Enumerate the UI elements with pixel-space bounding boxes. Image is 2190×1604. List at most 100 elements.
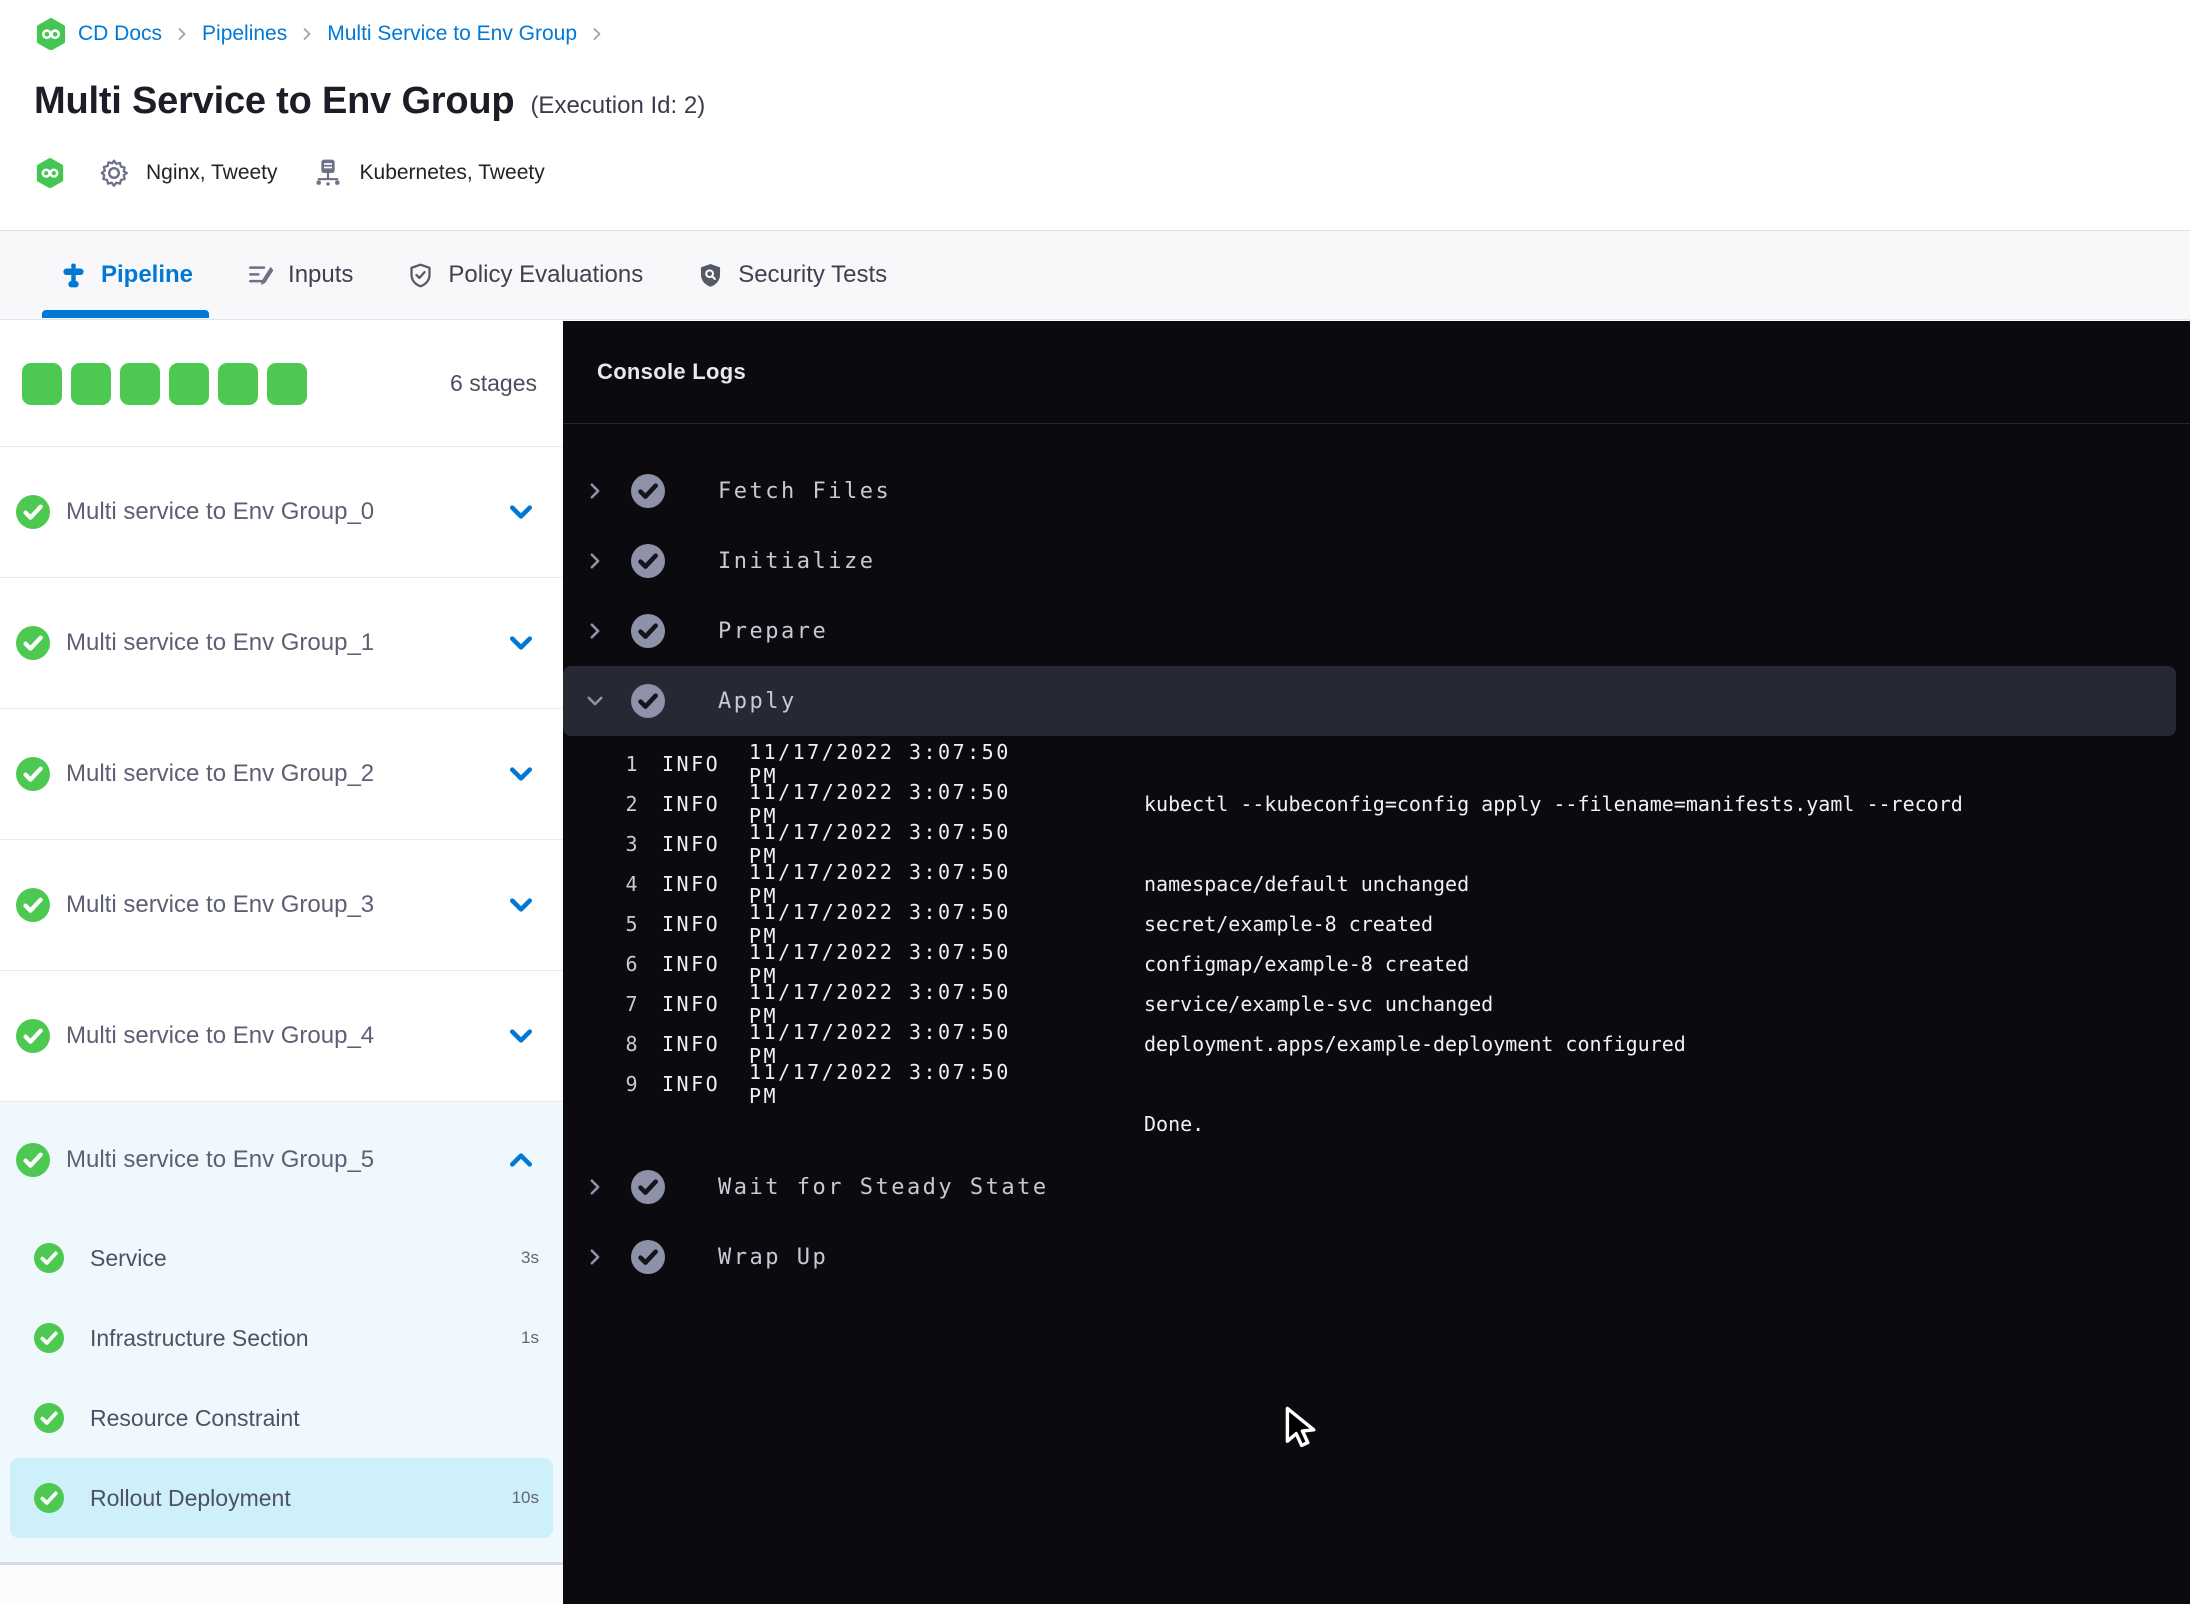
console-step-row[interactable]: Prepare xyxy=(563,596,2190,666)
stage-row[interactable]: Multi service to Env Group_2 xyxy=(0,709,563,840)
log-line: 7 INFO 11/17/2022 3:07:50 PM service/exampl… xyxy=(563,980,2190,1028)
pipeline-meta-row: Nginx, Tweety Kubernetes, Tweety xyxy=(36,150,545,196)
log-level: INFO xyxy=(662,832,721,856)
chevron-down-icon[interactable] xyxy=(507,760,535,788)
stage-label: Multi service to Env Group_2 xyxy=(66,760,375,787)
log-timestamp: 11/17/2022 3:07:50 PM xyxy=(749,1060,1011,1108)
console-step-row[interactable]: Wait for Steady State xyxy=(563,1152,2190,1222)
log-message: service/example-svc unchanged xyxy=(1144,992,1494,1016)
stage-label: Multi service to Env Group_3 xyxy=(66,891,375,918)
breadcrumb: CD Docs Pipelines Multi Service to Env Gro… xyxy=(36,18,605,51)
chevron-right-icon[interactable] xyxy=(585,481,605,501)
log-line-number: 3 xyxy=(625,832,640,856)
stages-summary: 6 stages xyxy=(0,321,563,447)
console-step-row[interactable]: Fetch Files xyxy=(563,456,2190,526)
breadcrumb-link[interactable]: Multi Service to Env Group xyxy=(327,22,577,46)
stage-progress-square xyxy=(218,362,258,405)
console-header: Console Logs xyxy=(563,321,2190,424)
stages-panel: 6 stages Multi service to Env Group_0 Mul… xyxy=(0,321,563,1604)
console-log-block: 1 INFO 11/17/2022 3:07:50 PM 2 INFO 11/17/202… xyxy=(563,736,2190,1152)
environments-label: Kubernetes, Tweety xyxy=(359,161,545,184)
log-level: INFO xyxy=(662,792,721,816)
success-check-icon xyxy=(34,1483,64,1513)
services-gear-icon xyxy=(98,157,130,189)
stage-progress-squares xyxy=(22,362,307,405)
log-level: INFO xyxy=(662,952,721,976)
breadcrumb-link[interactable]: CD Docs xyxy=(78,22,162,46)
console-step-label: Wrap Up xyxy=(718,1244,829,1270)
services-label: Nginx, Tweety xyxy=(146,161,278,184)
environments-icon xyxy=(312,157,344,189)
log-line: 1 INFO 11/17/2022 3:07:50 PM xyxy=(563,740,2190,788)
policy-shield-icon xyxy=(407,262,434,289)
log-line: 4 INFO 11/17/2022 3:07:50 PM namespace/defa… xyxy=(563,860,2190,908)
log-message: namespace/default unchanged xyxy=(1144,872,1470,896)
console-step-row[interactable]: Apply xyxy=(563,666,2176,736)
tab-security-tests[interactable]: Security Tests xyxy=(693,231,891,319)
stage-row[interactable]: Multi service to Env Group_4 xyxy=(0,971,563,1102)
tab-pipeline[interactable]: Pipeline xyxy=(41,231,210,319)
log-level: INFO xyxy=(662,872,721,896)
log-line: 6 INFO 11/17/2022 3:07:50 PM configmap/exam… xyxy=(563,940,2190,988)
breadcrumb-separator-icon xyxy=(299,26,315,42)
console-step-row[interactable]: Wrap Up xyxy=(563,1222,2190,1292)
chevron-down-icon[interactable] xyxy=(507,629,535,657)
breadcrumb-link[interactable]: Pipelines xyxy=(202,22,287,46)
security-shield-icon xyxy=(697,262,724,289)
stage-row[interactable]: Multi service to Env Group_3 xyxy=(0,840,563,971)
stages-count: 6 stages xyxy=(450,370,537,396)
step-row[interactable]: Infrastructure Section 1s xyxy=(10,1298,553,1378)
log-line-number: 7 xyxy=(625,992,640,1016)
tab-policy-evaluations[interactable]: Policy Evaluations xyxy=(403,231,647,319)
step-duration: 1s xyxy=(521,1328,539,1347)
stage-row[interactable]: Multi service to Env Group_0 xyxy=(0,447,563,578)
log-level: INFO xyxy=(662,1032,721,1056)
stage-row[interactable]: Multi service to Env Group_1 xyxy=(0,578,563,709)
step-row[interactable]: Service 3s xyxy=(10,1218,553,1298)
step-row[interactable]: Rollout Deployment 10s xyxy=(10,1458,553,1538)
chevron-right-icon[interactable] xyxy=(585,1247,605,1267)
chevron-up-icon[interactable] xyxy=(507,1146,535,1174)
console-step-row[interactable]: Initialize xyxy=(563,526,2190,596)
log-line: Done. xyxy=(563,1104,2190,1144)
step-duration: 10s xyxy=(511,1488,539,1507)
chevron-down-icon[interactable] xyxy=(507,891,535,919)
success-check-icon xyxy=(16,888,50,922)
chevron-right-icon[interactable] xyxy=(585,621,605,641)
console-step-label: Initialize xyxy=(718,548,876,574)
log-line-number: 8 xyxy=(625,1032,640,1056)
stage-label: Multi service to Env Group_4 xyxy=(66,1022,375,1049)
console-step-label: Apply xyxy=(718,688,797,714)
log-level: INFO xyxy=(662,992,721,1016)
page: CD Docs Pipelines Multi Service to Env Gro… xyxy=(0,0,2190,1604)
log-level: INFO xyxy=(662,1072,721,1096)
log-level: INFO xyxy=(662,912,721,936)
chevron-right-icon[interactable] xyxy=(585,551,605,571)
stage-row-expanded[interactable]: Multi service to Env Group_5 xyxy=(0,1102,563,1218)
step-label: Service xyxy=(90,1244,167,1271)
log-line-number: 9 xyxy=(625,1072,640,1096)
chevron-down-icon[interactable] xyxy=(585,691,605,711)
success-check-icon xyxy=(631,544,665,578)
console-step-label: Prepare xyxy=(718,618,829,644)
chevron-right-icon[interactable] xyxy=(585,1177,605,1197)
success-check-icon xyxy=(16,626,50,660)
console-panel: Console Logs Fetch Files Initialize Prepar… xyxy=(563,321,2190,1604)
breadcrumb-separator-icon xyxy=(174,26,190,42)
log-line: 8 INFO 11/17/2022 3:07:50 PM deployment.app… xyxy=(563,1020,2190,1068)
chevron-down-icon[interactable] xyxy=(507,1022,535,1050)
stage-progress-square xyxy=(169,362,209,405)
console-step-label: Wait for Steady State xyxy=(718,1174,1049,1200)
success-check-icon xyxy=(631,474,665,508)
chevron-down-icon[interactable] xyxy=(507,498,535,526)
success-check-icon xyxy=(16,757,50,791)
tab-label: Pipeline xyxy=(101,261,194,288)
step-row[interactable]: Resource Constraint xyxy=(10,1378,553,1458)
stage-progress-square xyxy=(120,362,160,405)
log-line-number: 6 xyxy=(625,952,640,976)
success-check-icon xyxy=(631,1240,665,1274)
success-check-icon xyxy=(16,1143,50,1177)
tab-inputs[interactable]: Inputs xyxy=(243,231,357,319)
log-line-number: 1 xyxy=(625,752,640,776)
page-title: Multi Service to Env Group xyxy=(34,80,515,122)
